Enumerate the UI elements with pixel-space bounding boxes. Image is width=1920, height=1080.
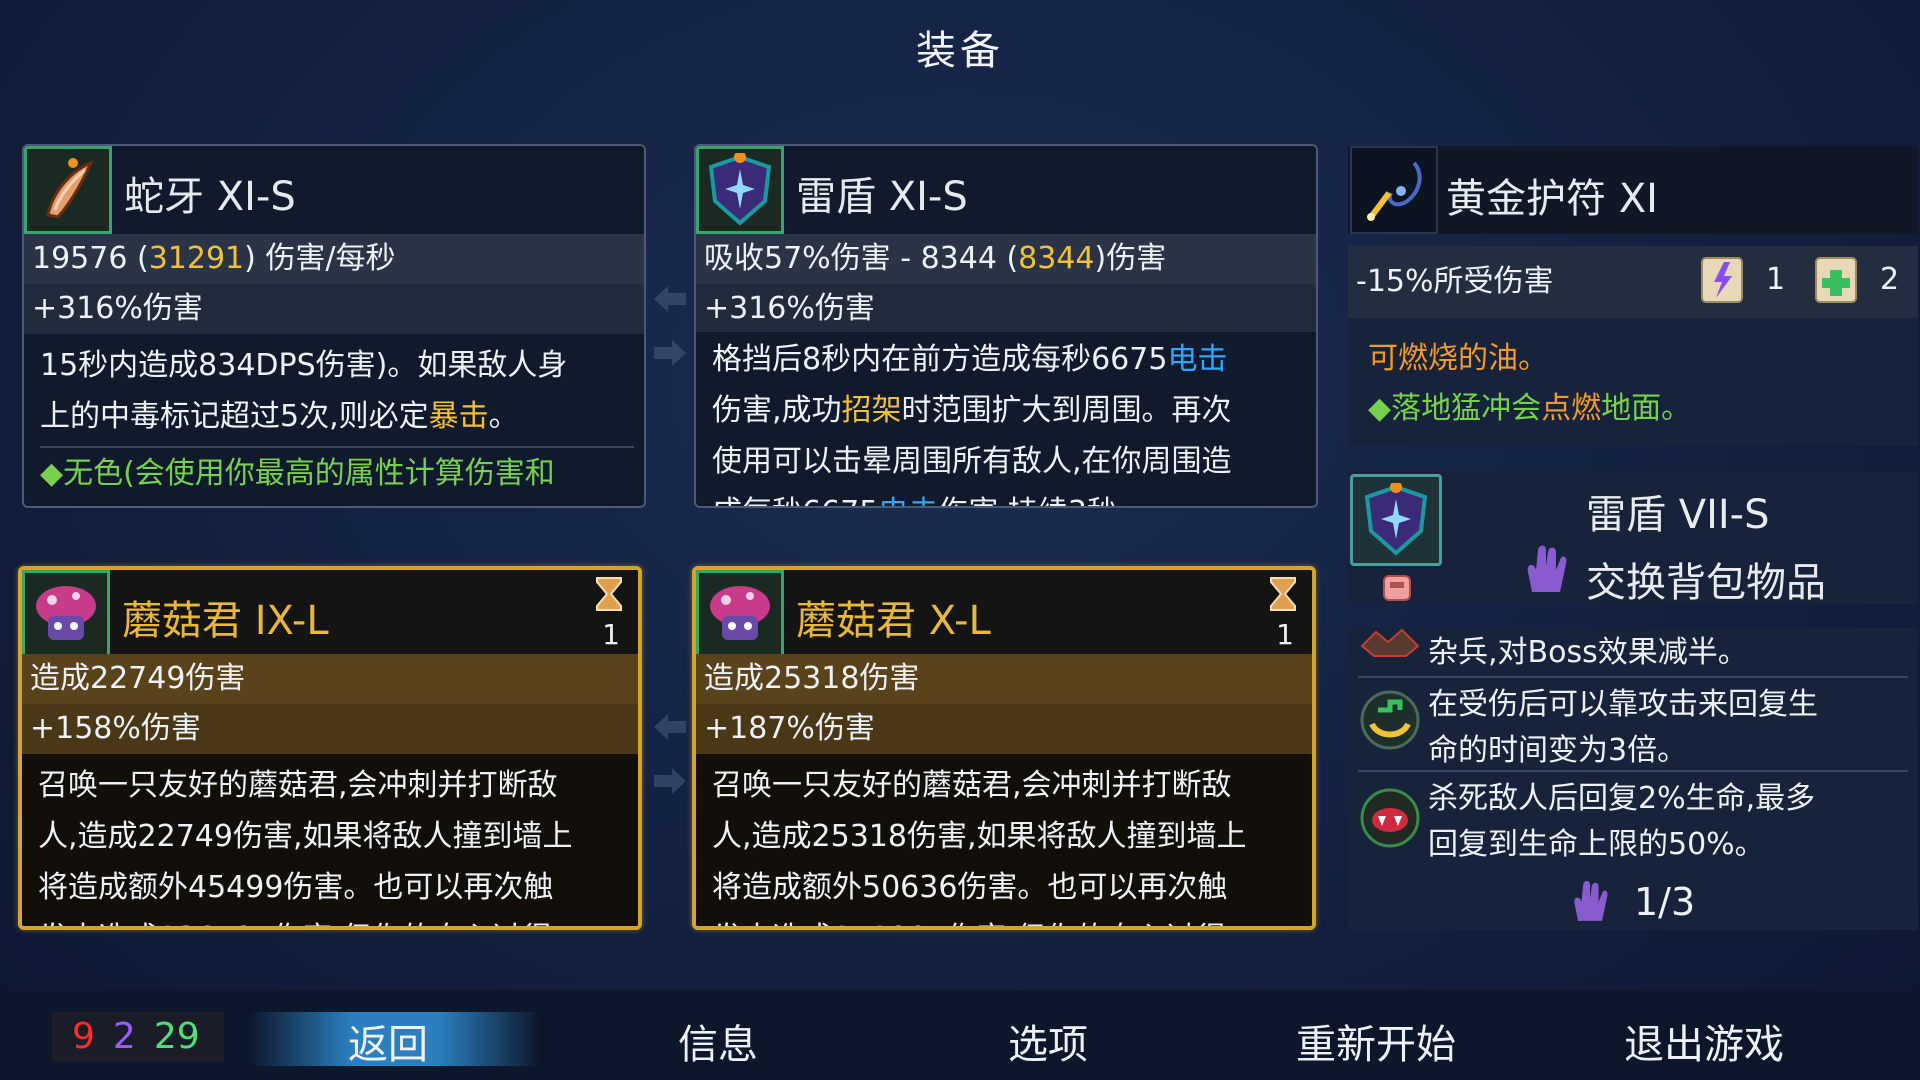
skill-card-mushroom-ix[interactable]: 蘑菇君 IX-L 1 造成22749伤害 +158%伤害 召唤一只友好的蘑菇君,… bbox=[18, 566, 642, 930]
mutation-vampire-icon bbox=[1360, 788, 1420, 848]
mushroom-boi-icon bbox=[22, 570, 110, 658]
swap-backpack-button[interactable]: 交换背包物品 bbox=[1586, 550, 1826, 608]
hourglass-icon bbox=[1270, 577, 1296, 611]
weapon-name: 蛇牙 XI-S bbox=[124, 174, 296, 220]
divider bbox=[1358, 770, 1908, 772]
arrow-right-icon bbox=[654, 768, 686, 794]
info-button[interactable]: 信息 bbox=[678, 1012, 758, 1070]
mushroom-boi-icon bbox=[696, 570, 784, 658]
golden-amulet-icon[interactable] bbox=[1350, 146, 1438, 234]
skill-description: 召唤一只友好的蘑菇君,会冲刺并打断敌 人,造成25318伤害,如果将敌人撞到墙上… bbox=[696, 754, 1312, 926]
mutation-slot-hand-icon bbox=[1574, 881, 1608, 921]
skill-bonus-row: +158%伤害 bbox=[22, 704, 638, 754]
arrow-left-icon bbox=[654, 714, 686, 740]
thunder-shield-icon bbox=[696, 146, 784, 234]
divider bbox=[1358, 676, 1908, 678]
swap-arrows-weapons bbox=[652, 284, 692, 392]
weapon-dps-row: 19576 (31291) 伤害/每秒 bbox=[24, 234, 644, 284]
mutation-row[interactable]: 杂兵,对Boss效果减半。 bbox=[1358, 628, 1908, 674]
swap-arrows-skills bbox=[652, 712, 692, 820]
card-header bbox=[22, 570, 638, 658]
survival-scroll-icon bbox=[1815, 257, 1857, 303]
mutation-recovery-icon bbox=[1360, 690, 1420, 750]
card-header bbox=[696, 146, 1316, 234]
page-title: 装备 bbox=[916, 28, 1004, 74]
weapon-description: 格挡后8秒内在前方造成每秒6675电击 伤害,成功招架时范围扩大到周围。再次 使… bbox=[696, 332, 1316, 506]
card-header bbox=[24, 146, 644, 234]
backpack-icon bbox=[1383, 575, 1411, 601]
snake-fang-icon bbox=[24, 146, 112, 234]
restart-button[interactable]: 重新开始 bbox=[1296, 1012, 1456, 1070]
tactics-scroll-count: 1 bbox=[1766, 262, 1786, 297]
skill-description: 召唤一只友好的蘑菇君,会冲刺并打断敌 人,造成22749伤害,如果将敌人撞到墙上… bbox=[22, 754, 638, 926]
amulet-description: 可燃烧的油。 ◆落地猛冲会点燃地面。 bbox=[1348, 318, 1918, 446]
weapon-card-snake-fang[interactable]: 蛇牙 XI-S 19576 (31291) 伤害/每秒 +316%伤害 15秒内… bbox=[22, 144, 646, 508]
weapon-bonus-row: +316%伤害 bbox=[696, 284, 1316, 334]
skill-name: 蘑菇君 IX-L bbox=[122, 598, 329, 644]
skill-card-mushroom-x[interactable]: 蘑菇君 X-L 1 造成25318伤害 +187%伤害 召唤一只友好的蘑菇君,会… bbox=[692, 566, 1316, 930]
weapon-card-thunder-shield[interactable]: 雷盾 XI-S 吸收57%伤害 - 8344 (8344)伤害 +316%伤害 … bbox=[694, 144, 1318, 508]
skill-damage-row: 造成25318伤害 bbox=[696, 654, 1312, 704]
hourglass-icon bbox=[596, 577, 622, 611]
mutation-row[interactable]: 在受伤后可以靠攻击来回复生 命的时间变为3倍。 bbox=[1358, 682, 1908, 774]
quit-game-button[interactable]: 退出游戏 bbox=[1624, 1012, 1784, 1070]
backpack-item-name: 雷盾 VII-S bbox=[1586, 492, 1770, 538]
mutation-slots-count: 1/3 bbox=[1634, 880, 1696, 924]
card-header bbox=[696, 570, 1312, 658]
weapon-block-row: 吸收57%伤害 - 8344 (8344)伤害 bbox=[696, 234, 1316, 284]
options-button[interactable]: 选项 bbox=[1008, 1012, 1088, 1070]
mutation-row[interactable]: 杀死敌人后回复2%生命,最多 回复到生命上限的50%。 bbox=[1358, 776, 1908, 868]
survival-scroll-count: 2 bbox=[1880, 262, 1900, 297]
weapon-description: 15秒内造成834DPS伤害)。如果敌人身 上的中毒标记超过5次,则必定暴击。 … bbox=[24, 334, 644, 506]
tactics-scroll-icon bbox=[1701, 257, 1743, 303]
weapon-bonus-row: +316%伤害 bbox=[24, 284, 644, 334]
brutality-count: 9 bbox=[72, 1016, 95, 1057]
mutation-minion-icon bbox=[1360, 628, 1420, 657]
arrow-left-icon bbox=[654, 286, 686, 312]
skill-charge-count: 1 bbox=[602, 618, 620, 651]
skill-bonus-row: +187%伤害 bbox=[696, 704, 1312, 754]
amulet-stat: -15%所受伤害 bbox=[1356, 264, 1554, 299]
skill-name: 蘑菇君 X-L bbox=[796, 598, 991, 644]
scroll-stat-counters: 9 2 29 bbox=[52, 1012, 224, 1062]
skill-damage-row: 造成22749伤害 bbox=[22, 654, 638, 704]
arrow-right-icon bbox=[654, 340, 686, 366]
swap-hand-icon bbox=[1527, 545, 1567, 592]
thunder-shield-icon[interactable] bbox=[1350, 474, 1442, 566]
amulet-name: 黄金护符 XI bbox=[1446, 176, 1658, 222]
tactics-count: 2 bbox=[112, 1016, 136, 1057]
survival-count: 29 bbox=[153, 1016, 200, 1057]
skill-charge-count: 1 bbox=[1276, 618, 1294, 651]
weapon-name: 雷盾 XI-S bbox=[796, 174, 968, 220]
back-button[interactable]: 返回 bbox=[348, 1012, 428, 1070]
